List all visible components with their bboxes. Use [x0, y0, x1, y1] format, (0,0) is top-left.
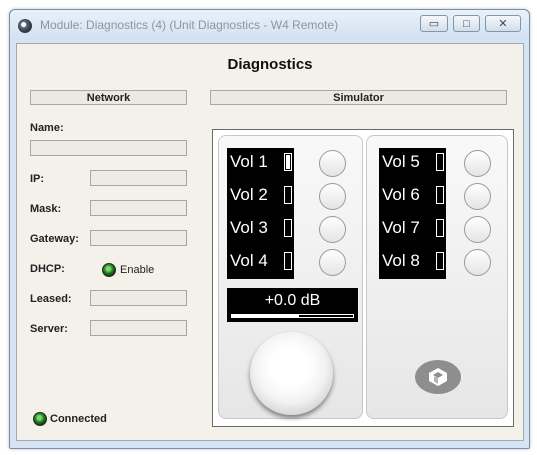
vol-7-button[interactable] [464, 216, 491, 243]
volume-meter [284, 252, 292, 270]
volume-row: Vol 2 [227, 183, 294, 208]
dhcp-label: DHCP: [30, 263, 65, 275]
minimize-button[interactable]: ▭ [420, 15, 448, 32]
vol-2-button[interactable] [319, 183, 346, 210]
ip-field [90, 170, 187, 186]
name-field [30, 140, 187, 156]
vol-5-button[interactable] [464, 150, 491, 177]
volume-meter [436, 252, 444, 270]
volume-label: Vol 1 [230, 152, 268, 171]
volume-label: Vol 6 [382, 185, 420, 204]
vol-1-button[interactable] [319, 150, 346, 177]
volume-knob[interactable] [250, 332, 333, 415]
title-bar[interactable]: Module: Diagnostics (4) (Unit Diagnostic… [10, 10, 529, 40]
volume-row: Vol 7 [379, 216, 446, 241]
volume-meter [436, 186, 444, 204]
simulator-panel-right: Vol 5 Vol 6 Vol 7 Vol 8 [366, 135, 508, 419]
volume-display-right: Vol 5 Vol 6 Vol 7 Vol 8 [379, 148, 446, 279]
simulator-frame: Vol 1 Vol 2 Vol 3 Vol 4 +0.0 dB Vol 5 Vo… [212, 129, 514, 427]
connection-status: Connected [50, 413, 107, 425]
db-readout: +0.0 dB [264, 292, 321, 309]
vol-6-button[interactable] [464, 183, 491, 210]
window-title: Module: Diagnostics (4) (Unit Diagnostic… [40, 18, 339, 32]
volume-label: Vol 8 [382, 251, 420, 270]
volume-row: Vol 6 [379, 183, 446, 208]
page-title: Diagnostics [227, 56, 313, 73]
volume-meter [284, 153, 292, 171]
maximize-button[interactable]: □ [453, 15, 480, 32]
volume-label: Vol 4 [230, 251, 268, 270]
db-level-bar [231, 314, 354, 318]
vol-3-button[interactable] [319, 216, 346, 243]
volume-meter [436, 153, 444, 171]
mask-label: Mask: [30, 203, 62, 215]
dhcp-led-icon [102, 263, 116, 277]
leased-label: Leased: [30, 293, 72, 305]
volume-label: Vol 2 [230, 185, 268, 204]
volume-row: Vol 1 [227, 150, 294, 175]
simulator-section-header: Simulator [210, 90, 507, 105]
ip-label: IP: [30, 173, 45, 185]
app-icon [18, 19, 32, 33]
close-button[interactable]: ✕ [485, 15, 521, 32]
volume-meter [284, 186, 292, 204]
server-label: Server: [30, 323, 68, 335]
db-display: +0.0 dB [227, 288, 358, 322]
gateway-label: Gateway: [30, 233, 79, 245]
app-window: Module: Diagnostics (4) (Unit Diagnostic… [9, 9, 530, 449]
volume-row: Vol 4 [227, 249, 294, 274]
client-area: Diagnostics Network Name: IP: Mask: Gate… [16, 43, 524, 441]
volume-label: Vol 3 [230, 218, 268, 237]
name-label: Name: [30, 122, 64, 134]
dhcp-enable-label: Enable [120, 264, 155, 276]
simulator-panel-left: Vol 1 Vol 2 Vol 3 Vol 4 +0.0 dB [218, 135, 363, 419]
status-led-icon [33, 412, 47, 426]
volume-display-left: Vol 1 Vol 2 Vol 3 Vol 4 [227, 148, 294, 279]
gateway-field [90, 230, 187, 246]
network-section-header: Network [30, 90, 187, 105]
mask-field [90, 200, 187, 216]
volume-row: Vol 8 [379, 249, 446, 274]
vol-4-button[interactable] [319, 249, 346, 276]
volume-label: Vol 7 [382, 218, 420, 237]
volume-meter [284, 219, 292, 237]
leased-field [90, 290, 187, 306]
server-field [90, 320, 187, 336]
vol-8-button[interactable] [464, 249, 491, 276]
volume-label: Vol 5 [382, 152, 420, 171]
volume-meter [436, 219, 444, 237]
volume-row: Vol 5 [379, 150, 446, 175]
logo-button[interactable] [415, 360, 461, 394]
volume-row: Vol 3 [227, 216, 294, 241]
